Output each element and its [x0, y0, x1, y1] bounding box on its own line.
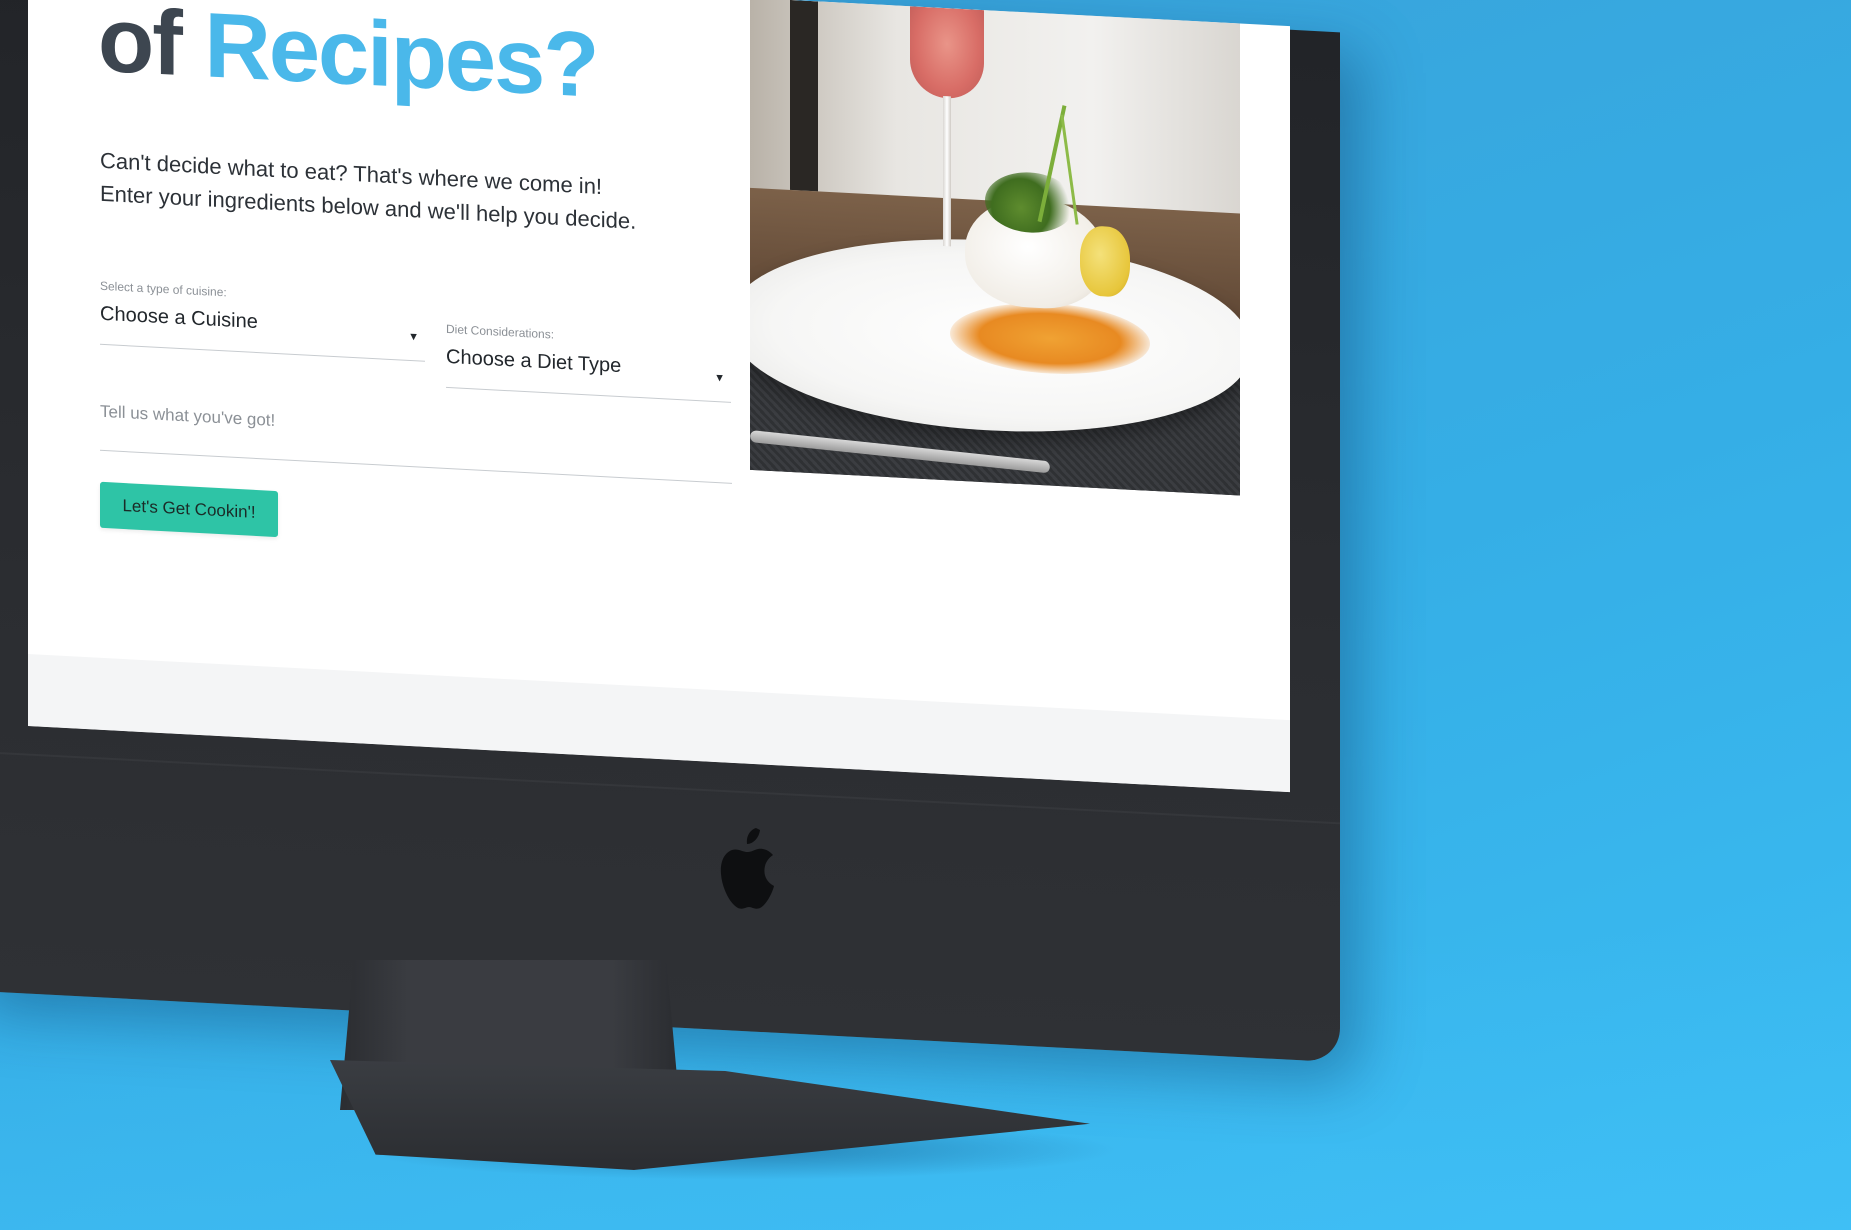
ingredients-input[interactable]: Tell us what you've got! [100, 401, 732, 484]
page-title: of Recipes? [98, 0, 597, 117]
lets-get-cookin-button[interactable]: Let's Get Cookin'! [100, 481, 278, 538]
photo-wine-glass [910, 6, 984, 101]
food-photo [750, 0, 1240, 496]
photo-glass-stem [943, 95, 951, 247]
page-title-prefix: of [98, 0, 181, 96]
caret-down-icon: ▼ [408, 330, 419, 344]
diet-label: Diet Considerations: [446, 321, 555, 342]
diet-dropdown[interactable]: Choose a Diet Type ▼ [446, 345, 731, 403]
imac-screen: of Recipes? Can't decide what to eat? Th… [28, 0, 1290, 793]
caret-down-icon: ▼ [714, 371, 725, 385]
photo-window-frame [790, 0, 818, 192]
page-subtitle: Can't decide what to eat? That's where w… [100, 144, 660, 239]
cuisine-select[interactable]: Select a type of cuisine: Choose a Cuisi… [100, 279, 425, 362]
cuisine-dropdown[interactable]: Choose a Cuisine ▼ [100, 302, 425, 362]
cuisine-value: Choose a Cuisine [100, 302, 258, 334]
diet-value: Choose a Diet Type [446, 345, 622, 378]
diet-select[interactable]: Diet Considerations: Choose a Diet Type … [446, 322, 731, 403]
page-title-highlight: Recipes? [204, 0, 598, 117]
photo-lemon [1080, 225, 1130, 298]
apple-logo-icon [720, 828, 774, 909]
